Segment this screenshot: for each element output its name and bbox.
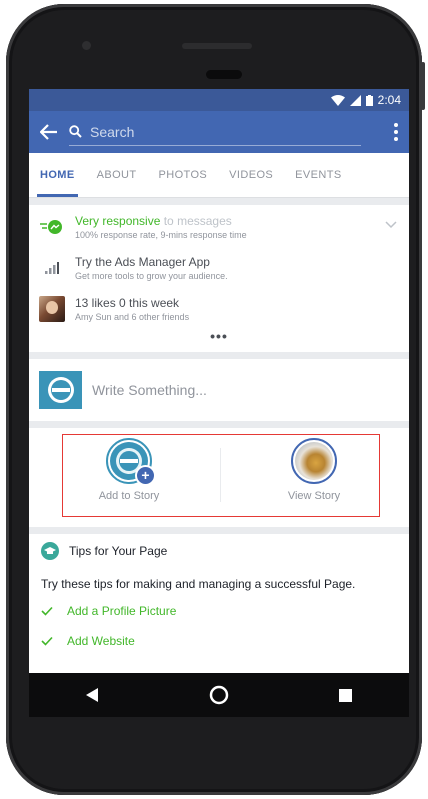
ads-manager-subtitle: Get more tools to grow your audience. <box>75 271 228 281</box>
composer-placeholder: Write Something... <box>92 382 207 398</box>
back-button[interactable] <box>29 124 69 140</box>
tip-label: Add a Profile Picture <box>67 604 177 618</box>
ads-manager-title: Try the Ads Manager App <box>75 255 210 269</box>
plus-icon: + <box>135 465 156 486</box>
likes-subtitle: Amy Sun and 6 other friends <box>75 312 190 322</box>
graduation-cap-icon <box>41 542 59 560</box>
earpiece <box>206 70 242 79</box>
app-screen: 2:04 HOME ABOUT PHOTOS VIDEOS EVENTS Ver… <box>29 89 409 673</box>
recents-square-icon <box>339 688 353 702</box>
app-bar <box>29 111 409 153</box>
tab-home[interactable]: HOME <box>29 153 86 197</box>
front-camera <box>82 41 91 50</box>
bar-chart-icon <box>39 255 65 281</box>
tip-add-profile-picture[interactable]: Add a Profile Picture <box>41 596 397 626</box>
tips-card: Tips for Your Page Try these tips for ma… <box>29 534 409 673</box>
response-rate-text: 100% response rate, 9-mins response time <box>75 230 247 240</box>
messenger-icon <box>39 214 65 240</box>
search-bar[interactable] <box>69 119 361 146</box>
responsiveness-row[interactable]: Very responsive to messages 100% respons… <box>29 205 409 246</box>
responsive-suffix: to messages <box>160 214 232 228</box>
nav-home-button[interactable] <box>189 673 249 717</box>
tip-add-website[interactable]: Add Website <box>41 626 397 656</box>
battery-icon <box>365 94 373 106</box>
search-input[interactable] <box>88 122 292 141</box>
more-info-button[interactable]: ••• <box>29 328 409 352</box>
speaker-grille <box>182 43 252 49</box>
tab-photos[interactable]: PHOTOS <box>148 153 219 197</box>
add-to-story[interactable]: + Add to Story <box>69 438 189 502</box>
page-info-card: Very responsive to messages 100% respons… <box>29 205 409 352</box>
check-icon <box>41 606 53 616</box>
page-tabs: HOME ABOUT PHOTOS VIDEOS EVENTS <box>29 153 409 198</box>
page-profile-picture <box>39 371 82 409</box>
signal-icon <box>349 94 361 106</box>
nav-back-button[interactable] <box>62 673 122 717</box>
tip-label: Add Website <box>67 634 135 648</box>
tips-title: Tips for Your Page <box>69 544 168 558</box>
composer[interactable]: Write Something... <box>29 359 409 421</box>
kebab-menu-icon[interactable] <box>393 123 399 141</box>
arrow-left-icon <box>40 124 57 140</box>
wifi-icon <box>330 94 345 106</box>
android-nav-bar <box>29 673 409 717</box>
friend-avatar <box>39 296 65 322</box>
likes-title: 13 likes 0 this week <box>75 296 180 310</box>
search-icon <box>69 125 82 138</box>
tips-description: Try these tips for making and managing a… <box>41 577 356 591</box>
divider <box>220 448 221 502</box>
view-story[interactable]: View Story <box>254 438 374 502</box>
view-story-label: View Story <box>287 490 341 502</box>
responsive-label: Very responsive <box>75 214 161 228</box>
chevron-down-icon[interactable] <box>385 221 397 229</box>
tab-events[interactable]: EVENTS <box>284 153 352 197</box>
check-icon <box>41 636 53 646</box>
likes-row[interactable]: 13 likes 0 this week Amy Sun and 6 other… <box>29 287 409 328</box>
back-triangle-icon <box>86 688 99 702</box>
home-circle-icon <box>209 685 229 705</box>
add-to-story-label: Add to Story <box>98 490 160 502</box>
ads-manager-row[interactable]: Try the Ads Manager App Get more tools t… <box>29 246 409 287</box>
tab-videos[interactable]: VIDEOS <box>218 153 284 197</box>
story-thumbnail <box>295 442 333 480</box>
power-button[interactable] <box>421 62 425 110</box>
status-bar: 2:04 <box>29 89 409 111</box>
clock: 2:04 <box>377 93 401 107</box>
stories-card: + Add to Story View Story <box>29 428 409 527</box>
tab-about[interactable]: ABOUT <box>86 153 148 197</box>
nav-recents-button[interactable] <box>316 673 376 717</box>
